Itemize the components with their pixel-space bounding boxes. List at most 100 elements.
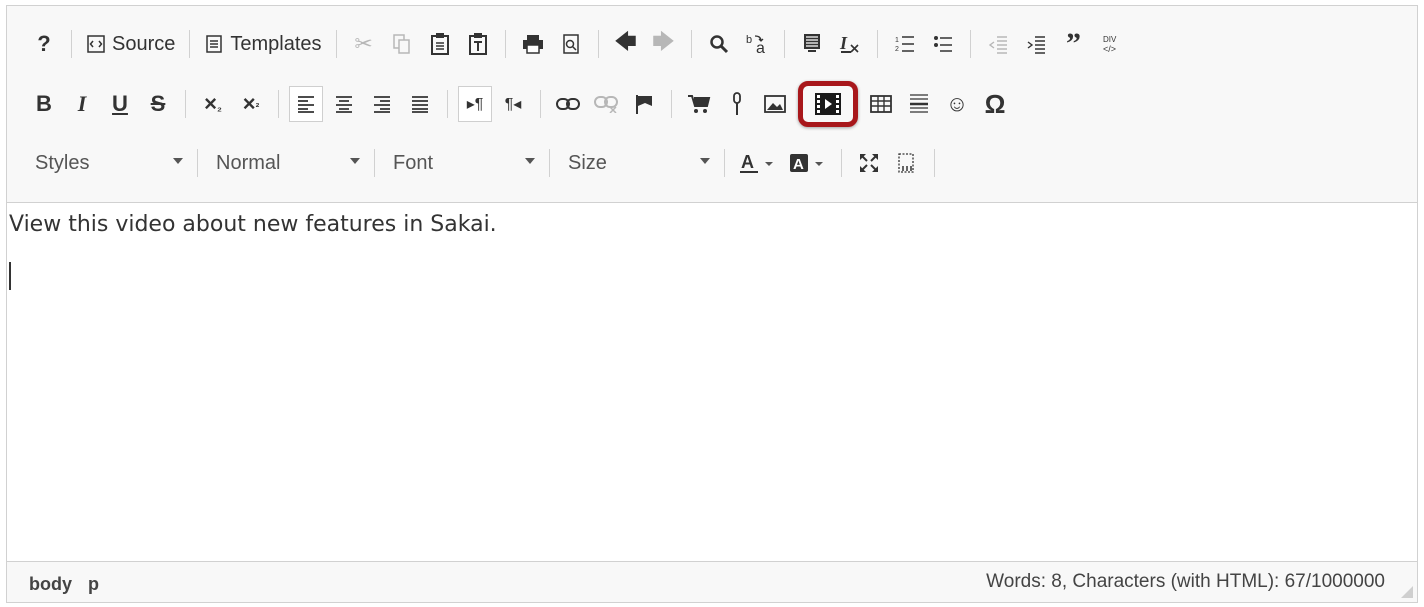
separator <box>934 149 935 177</box>
format-combo-value: Normal <box>216 151 281 174</box>
text-color-button[interactable]: A <box>735 145 781 181</box>
svg-text:</>: </> <box>1103 44 1116 54</box>
undo-button[interactable]: 🡄 <box>609 26 643 62</box>
ltr-direction-button[interactable]: ▸¶ <box>458 86 492 122</box>
anchor-button[interactable] <box>627 86 661 122</box>
paste-text-button[interactable] <box>461 26 495 62</box>
separator <box>71 30 72 58</box>
omega-icon: Ω <box>984 88 1006 119</box>
redo-button[interactable]: 🡆 <box>647 26 681 62</box>
align-left-button[interactable] <box>289 86 323 122</box>
strikethrough-button[interactable]: S <box>141 86 175 122</box>
source-label: Source <box>112 32 176 55</box>
justify-icon <box>412 96 428 113</box>
decrease-indent-button[interactable] <box>981 26 1015 62</box>
special-char-button[interactable]: Ω <box>978 86 1012 122</box>
source-button[interactable]: Source <box>82 26 179 62</box>
content-paragraph: View this video about new features in Sa… <box>9 212 497 237</box>
source-icon <box>87 35 105 53</box>
numbered-list-button[interactable]: 12 <box>888 26 922 62</box>
copy-button[interactable] <box>385 26 419 62</box>
select-all-button[interactable] <box>795 26 829 62</box>
indent-icon <box>1027 36 1045 54</box>
printer-icon <box>522 35 543 54</box>
show-blocks-button[interactable] <box>890 145 924 181</box>
svg-text:b: b <box>746 34 752 46</box>
microphone-icon <box>733 92 741 115</box>
svg-text:DIV: DIV <box>1103 35 1117 44</box>
toolbar-row-3: Styles Normal Font Size A A <box>25 143 943 183</box>
cut-button[interactable]: ✂ <box>347 26 381 62</box>
undo-icon: 🡄 <box>614 29 637 54</box>
numbered-list-icon: 12 <box>895 36 914 53</box>
format-combo[interactable]: Normal <box>206 145 366 181</box>
separator <box>969 30 971 58</box>
cart-button[interactable] <box>682 86 716 122</box>
horizontal-line-button[interactable] <box>902 86 936 122</box>
help-button[interactable]: ? <box>27 26 61 62</box>
outdent-icon <box>988 36 1007 54</box>
image-button[interactable] <box>758 86 792 122</box>
bulleted-list-button[interactable] <box>926 26 960 62</box>
svg-text:1: 1 <box>895 37 899 44</box>
italic-button[interactable]: I <box>65 86 99 122</box>
underline-icon: U <box>112 91 128 116</box>
separator <box>597 30 599 58</box>
maximize-button[interactable] <box>852 145 886 181</box>
size-combo[interactable]: Size <box>558 145 716 181</box>
select-all-icon <box>803 34 820 52</box>
preview-button[interactable] <box>554 26 588 62</box>
subscript-button[interactable]: ×₂ <box>196 86 230 122</box>
svg-text:A: A <box>793 156 804 173</box>
separator <box>185 90 186 118</box>
align-right-button[interactable] <box>365 86 399 122</box>
align-left-icon <box>298 96 314 113</box>
align-center-button[interactable] <box>327 86 361 122</box>
justify-button[interactable] <box>403 86 437 122</box>
horizontal-rule-icon <box>910 94 928 113</box>
rtl-direction-button[interactable]: ¶◂ <box>496 86 530 122</box>
print-button[interactable] <box>516 26 550 62</box>
find-button[interactable] <box>702 26 736 62</box>
audio-button[interactable] <box>720 86 754 122</box>
resize-handle[interactable] <box>1401 586 1413 598</box>
separator <box>447 90 448 118</box>
embed-video-button[interactable] <box>798 81 858 127</box>
styles-combo[interactable]: Styles <box>25 145 189 181</box>
svg-text:I: I <box>839 33 848 53</box>
path-item-body[interactable]: body <box>29 574 72 595</box>
bold-button[interactable]: B <box>27 86 61 122</box>
superscript-button[interactable]: ×² <box>234 86 268 122</box>
table-button[interactable] <box>864 86 898 122</box>
unlink-button[interactable] <box>589 86 623 122</box>
svg-text:2: 2 <box>895 46 899 53</box>
superscript-icon: ×² <box>242 91 260 116</box>
bulleted-list-icon <box>933 36 952 52</box>
underline-button[interactable]: U <box>103 86 137 122</box>
increase-indent-button[interactable] <box>1019 26 1053 62</box>
bold-icon: B <box>36 91 52 116</box>
maximize-icon <box>860 154 878 172</box>
paste-button[interactable] <box>423 26 457 62</box>
editor-content-area[interactable]: View this video about new features in Sa… <box>7 202 1417 562</box>
create-div-button[interactable]: DIV </> <box>1095 26 1129 62</box>
link-button[interactable] <box>551 86 585 122</box>
background-color-button[interactable]: A <box>785 145 831 181</box>
replace-button[interactable]: ba <box>740 26 774 62</box>
italic-icon: I <box>77 91 87 116</box>
templates-icon <box>206 35 223 53</box>
paste-text-icon <box>468 33 487 55</box>
templates-button[interactable]: Templates <box>200 26 325 62</box>
font-combo-value: Font <box>393 151 434 174</box>
remove-format-button[interactable]: I <box>833 26 867 62</box>
blockquote-button[interactable]: ” <box>1057 26 1091 62</box>
path-item-p[interactable]: p <box>88 574 99 595</box>
separator <box>540 90 541 118</box>
separator <box>841 149 842 177</box>
strikethrough-icon: S <box>150 91 166 116</box>
separator <box>690 30 692 58</box>
font-combo[interactable]: Font <box>383 145 541 181</box>
smiley-button[interactable]: ☺ <box>940 86 974 122</box>
text-caret <box>9 262 11 290</box>
rtl-icon: ¶◂ <box>504 96 522 113</box>
